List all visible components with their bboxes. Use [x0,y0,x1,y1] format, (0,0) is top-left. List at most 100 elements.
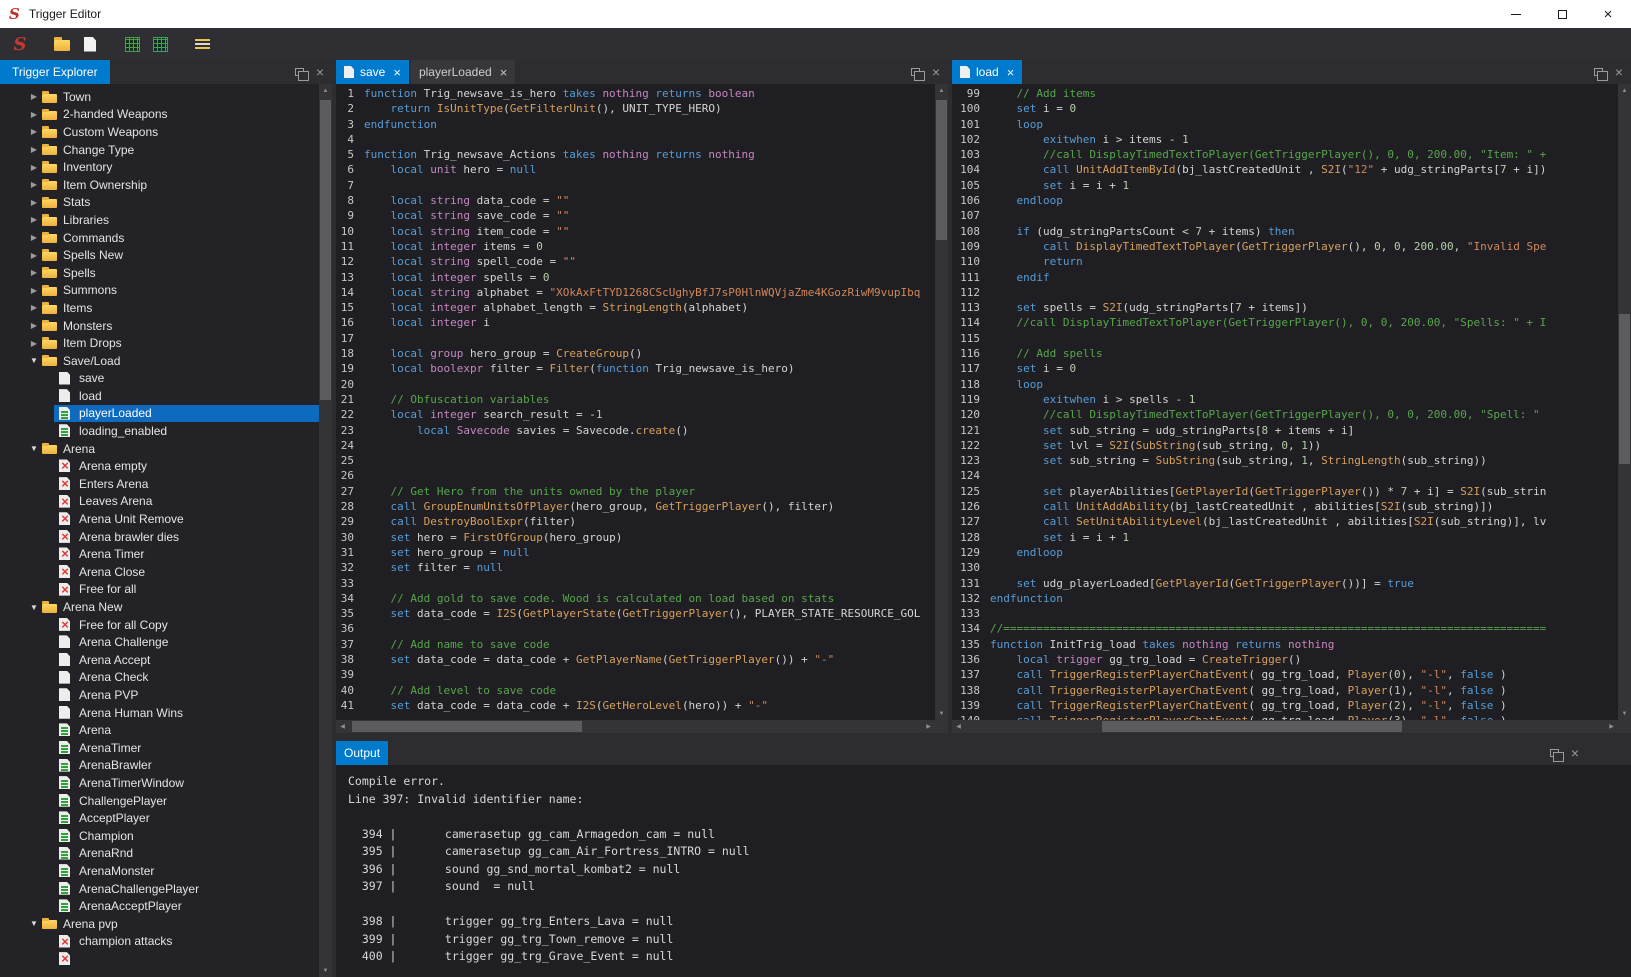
load-vertical-scrollbar[interactable]: ▲ ▼ [1618,84,1631,720]
expand-arrow-icon[interactable]: ▶ [26,110,42,119]
minimize-button[interactable] [1493,0,1539,28]
expand-arrow-icon[interactable]: ▶ [26,251,42,260]
scrollbar-thumb[interactable] [1619,314,1630,464]
code-line[interactable]: 102 exitwhen i > items - 1 [952,132,1618,147]
code-line[interactable]: 139 call TriggerRegisterPlayerChatEvent(… [952,698,1618,713]
tree-item[interactable]: ×Arena Unit Remove [0,510,319,528]
tree-item[interactable]: ▶Summons [0,282,319,300]
code-line[interactable]: 15 local integer alphabet_length = Strin… [336,300,935,315]
load-horizontal-scrollbar[interactable]: ◀ ▶ [952,720,1618,733]
code-line[interactable]: 23 local Savecode savies = Savecode.crea… [336,423,935,438]
save-code[interactable]: 1function Trig_newsave_is_hero takes not… [336,84,935,720]
code-line[interactable]: 14 local string alphabet = "XOkAxFtTYD12… [336,285,935,300]
code-line[interactable]: 121 set sub_string = udg_stringParts[8 +… [952,423,1618,438]
code-line[interactable]: 132endfunction [952,591,1618,606]
code-line[interactable]: 28 call GroupEnumUnitsOfPlayer(hero_grou… [336,499,935,514]
scroll-right-icon[interactable]: ▶ [1605,720,1618,733]
code-line[interactable]: 114 //call DisplayTimedTextToPlayer(GetT… [952,315,1618,330]
tree-item[interactable]: ▼Arena pvp [0,915,319,933]
expand-arrow-icon[interactable]: ▶ [26,92,42,101]
code-line[interactable]: 116 // Add spells [952,346,1618,361]
tree-item[interactable]: ×Arena brawler dies [0,528,319,546]
tree-item[interactable]: ▶Item Ownership [0,176,319,194]
code-line[interactable]: 119 exitwhen i > spells - 1 [952,392,1618,407]
tree-item[interactable]: ChallengePlayer [0,792,319,810]
tree-item[interactable]: ×Free for all [0,581,319,599]
code-line[interactable]: 9 local string save_code = "" [336,208,935,223]
collapse-arrow-icon[interactable]: ▼ [26,356,42,365]
tree-item[interactable]: ×Free for all Copy [0,616,319,634]
code-line[interactable]: 100 set i = 0 [952,101,1618,116]
code-line[interactable]: 135function InitTrig_load takes nothing … [952,637,1618,652]
tree-item[interactable]: ▶Items [0,299,319,317]
code-line[interactable]: 138 call TriggerRegisterPlayerChatEvent(… [952,683,1618,698]
expand-arrow-icon[interactable]: ▶ [26,180,42,189]
code-line[interactable]: 32 set filter = null [336,560,935,575]
tree-item[interactable]: load [0,387,319,405]
float-panel-icon[interactable] [911,68,920,76]
explorer-vertical-scrollbar[interactable]: ▲ ▼ [319,84,332,977]
tree-item[interactable]: ▶Inventory [0,158,319,176]
save-horizontal-scrollbar[interactable]: ◀ ▶ [336,720,935,733]
code-line[interactable]: 13 local integer spells = 0 [336,270,935,285]
scrollbar-thumb[interactable] [936,100,947,240]
code-line[interactable]: 29 call DestroyBoolExpr(filter) [336,514,935,529]
code-line[interactable]: 131 set udg_playerLoaded[GetPlayerId(Get… [952,576,1618,591]
close-panel-icon[interactable]: × [932,65,940,79]
tree-item[interactable]: ▶Town [0,88,319,106]
scroll-up-icon[interactable]: ▲ [319,84,332,97]
code-line[interactable]: 27 // Get Hero from the units owned by t… [336,484,935,499]
tree-item[interactable]: Arena PVP [0,686,319,704]
code-line[interactable]: 128 set i = i + 1 [952,530,1618,545]
code-line[interactable]: 21 // Obfuscation variables [336,392,935,407]
float-panel-icon[interactable] [1594,68,1603,76]
collapse-arrow-icon[interactable]: ▼ [26,444,42,453]
close-panel-icon[interactable]: × [1615,65,1623,79]
export-grid-icon[interactable] [148,32,172,56]
code-line[interactable]: 19 local boolexpr filter = Filter(functi… [336,361,935,376]
tree-item[interactable]: ▶Change Type [0,141,319,159]
tab-close-icon[interactable]: × [1007,66,1015,79]
tree-item[interactable]: ArenaTimer [0,739,319,757]
code-line[interactable]: 111 endif [952,270,1618,285]
code-line[interactable]: 126 call UnitAddAbility(bj_lastCreatedUn… [952,499,1618,514]
scroll-right-icon[interactable]: ▶ [922,720,935,733]
expand-arrow-icon[interactable]: ▶ [26,303,42,312]
expand-arrow-icon[interactable]: ▶ [26,163,42,172]
code-line[interactable]: 101 loop [952,117,1618,132]
tree-item[interactable]: Champion [0,827,319,845]
close-panel-icon[interactable]: × [1571,746,1579,760]
tab-save[interactable]: save× [336,60,409,84]
code-line[interactable]: 38 set data_code = data_code + GetPlayer… [336,652,935,667]
scroll-down-icon[interactable]: ▼ [319,964,332,977]
code-line[interactable]: 22 local integer search_result = -1 [336,407,935,422]
code-line[interactable]: 1function Trig_newsave_is_hero takes not… [336,86,935,101]
scroll-down-icon[interactable]: ▼ [935,707,948,720]
code-line[interactable]: 36 [336,621,935,636]
code-line[interactable]: 10 local string item_code = "" [336,224,935,239]
expand-arrow-icon[interactable]: ▶ [26,198,42,207]
code-line[interactable]: 16 local integer i [336,315,935,330]
code-line[interactable]: 12 local string spell_code = "" [336,254,935,269]
tree-item[interactable]: ▼Save/Load [0,352,319,370]
code-line[interactable]: 25 [336,453,935,468]
code-line[interactable]: 11 local integer items = 0 [336,239,935,254]
scroll-up-icon[interactable]: ▲ [935,84,948,97]
code-line[interactable]: 106 endloop [952,193,1618,208]
tree-item[interactable]: AcceptPlayer [0,809,319,827]
code-line[interactable]: 136 local trigger gg_trg_load = CreateTr… [952,652,1618,667]
code-line[interactable]: 20 [336,377,935,392]
code-line[interactable]: 31 set hero_group = null [336,545,935,560]
tab-playerLoaded[interactable]: playerLoaded× [411,60,515,84]
script-lines-icon[interactable] [190,32,214,56]
tree-item[interactable]: ▶Stats [0,194,319,212]
code-line[interactable]: 123 set sub_string = SubString(sub_strin… [952,453,1618,468]
tree-item[interactable]: ▶Libraries [0,211,319,229]
tree-item[interactable]: ▶Spells [0,264,319,282]
scroll-left-icon[interactable]: ◀ [336,720,349,733]
code-line[interactable]: 4 [336,132,935,147]
tab-close-icon[interactable]: × [500,66,508,79]
code-line[interactable]: 6 local unit hero = null [336,162,935,177]
tree-item[interactable]: ×Arena Close [0,563,319,581]
expand-arrow-icon[interactable]: ▶ [26,268,42,277]
